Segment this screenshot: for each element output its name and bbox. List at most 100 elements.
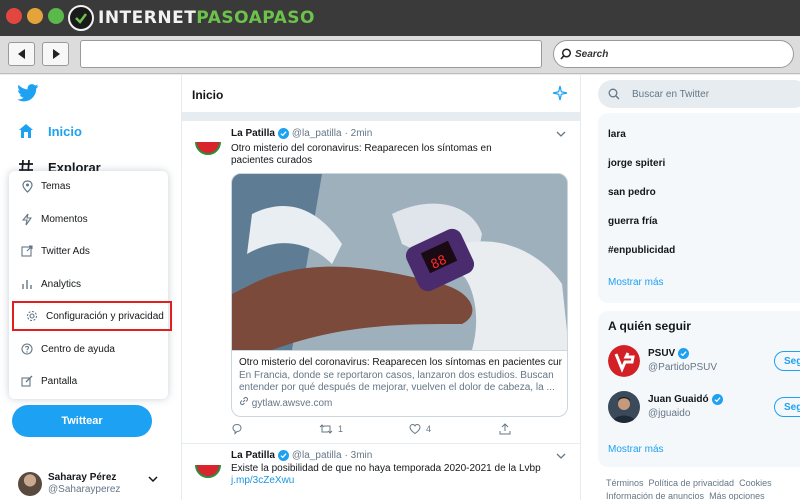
tweet-actions: 1 4 <box>231 423 561 437</box>
tweet-text: Existe la posibilidad de que no haya tem… <box>231 463 541 474</box>
brand-prefix: INTERNET <box>98 8 197 28</box>
footer-link-anuncios[interactable]: Información de anuncios <box>606 491 704 500</box>
maximize-window-button[interactable] <box>48 8 64 24</box>
trend-item[interactable]: jorge spiteri <box>608 158 665 169</box>
menu-item-twitter-ads[interactable]: Twitter Ads <box>9 236 168 266</box>
forward-button[interactable] <box>42 42 69 66</box>
verified-badge-icon <box>277 128 289 139</box>
tweet-author[interactable]: La Patilla <box>231 128 275 139</box>
right-sidebar: Buscar en Twitter lara jorge spiteri san… <box>590 75 800 500</box>
close-window-button[interactable] <box>6 8 22 24</box>
menu-item-pantalla[interactable]: Pantalla <box>9 366 168 396</box>
account-name: Juan Guaidó <box>648 394 709 405</box>
account-handle: @jguaido <box>648 408 691 419</box>
more-options-menu: Temas Momentos Twitter Ads Analytics Con… <box>9 171 172 399</box>
back-button[interactable] <box>8 42 35 66</box>
left-navigation: Inicio Explorar Temas Momentos Twitter A… <box>0 75 176 500</box>
search-icon <box>608 88 620 100</box>
like-button[interactable]: 4 <box>409 423 431 435</box>
browser-search-label: Search <box>575 48 609 60</box>
minimize-window-button[interactable] <box>27 8 43 24</box>
profile-handle: @Saharayperez <box>48 484 121 495</box>
footer-link-privacidad[interactable]: Política de privacidad <box>649 478 735 488</box>
like-count: 4 <box>426 424 432 434</box>
account-handle: @PartidoPSUV <box>648 362 718 373</box>
menu-item-momentos[interactable]: Momentos <box>9 204 168 234</box>
follow-suggestion[interactable]: Juan Guaidó @jguaido Segu <box>608 391 800 423</box>
timeline-column: Inicio La Patilla @la_patilla · 2min Otr… <box>181 75 581 500</box>
footer-link-mas-opciones[interactable]: Más opciones <box>709 491 765 500</box>
card-title: Otro misterio del coronavirus: Reaparece… <box>239 357 562 368</box>
external-link-icon <box>20 244 34 258</box>
menu-item-label: Momentos <box>41 213 88 225</box>
edit-display-icon <box>20 374 34 388</box>
tweet-avatar[interactable] <box>192 129 224 161</box>
card-url: gytlaw.awsve.com <box>239 396 562 409</box>
retweet-icon <box>319 424 333 434</box>
tweet-header: La Patilla @la_patilla · 2min <box>231 128 372 139</box>
avatar <box>18 472 42 496</box>
twitter-bird-icon[interactable] <box>17 84 39 102</box>
tweet-link[interactable]: j.mp/3cZeXwu <box>231 475 531 487</box>
card-image: 88 <box>232 174 567 350</box>
chevron-down-icon[interactable] <box>556 453 566 459</box>
card-description: En Francia, donde se reportaron casos, l… <box>239 370 555 393</box>
trends-show-more[interactable]: Mostrar más <box>608 277 664 288</box>
footer-link-terminos[interactable]: Términos <box>606 478 644 488</box>
retweet-button[interactable]: 1 <box>319 423 343 435</box>
tweet[interactable]: La Patilla @la_patilla · 2min Otro miste… <box>182 121 580 443</box>
address-bar[interactable] <box>80 40 542 68</box>
follow-show-more[interactable]: Mostrar más <box>608 444 664 455</box>
psuv-logo-icon <box>608 345 640 377</box>
nav-home[interactable]: Inicio <box>18 123 82 139</box>
who-to-follow-panel: A quién seguir PSUV @PartidoPSUV Segu Ju… <box>598 311 800 467</box>
card-url-text: gytlaw.awsve.com <box>251 398 333 409</box>
tweet-time[interactable]: · 3min <box>345 450 373 461</box>
follow-suggestion[interactable]: PSUV @PartidoPSUV Segu <box>608 345 800 377</box>
link-card[interactable]: 88 Otro misterio del coronavirus: Reapar… <box>231 173 568 417</box>
nav-home-label: Inicio <box>48 123 82 139</box>
chevron-down-icon[interactable] <box>556 131 566 137</box>
tweet-button[interactable]: Twittear <box>12 405 152 437</box>
twitter-page: Inicio Explorar Temas Momentos Twitter A… <box>0 75 800 500</box>
reply-button[interactable] <box>231 423 248 435</box>
link-icon <box>240 397 248 405</box>
menu-item-label: Centro de ayuda <box>41 343 115 355</box>
verified-badge-icon <box>277 450 289 461</box>
tweet-handle[interactable]: @la_patilla <box>292 450 342 461</box>
account-name: PSUV <box>648 348 676 359</box>
trend-item[interactable]: lara <box>608 129 626 140</box>
watermelon-logo-icon <box>195 141 221 155</box>
tweet-author[interactable]: La Patilla <box>231 450 275 461</box>
search-placeholder: Buscar en Twitter <box>632 88 710 100</box>
menu-item-centro-de-ayuda[interactable]: Centro de ayuda <box>9 334 168 364</box>
tweet-avatar[interactable] <box>192 452 224 484</box>
sparkle-icon[interactable] <box>552 85 568 101</box>
menu-item-analytics[interactable]: Analytics <box>9 269 168 299</box>
brand-logo: INTERNETPASOAPASO <box>68 4 315 32</box>
share-button[interactable] <box>499 423 511 435</box>
follow-button[interactable]: Segu <box>774 351 800 371</box>
trend-item[interactable]: san pedro <box>608 187 656 198</box>
menu-item-temas[interactable]: Temas <box>9 171 168 201</box>
tweet-time[interactable]: · 2min <box>345 128 373 139</box>
home-icon <box>19 124 33 138</box>
brand-accent: PASOAPASO <box>196 8 315 28</box>
browser-titlebar: INTERNETPASOAPASO <box>0 0 800 36</box>
menu-item-label: Twitter Ads <box>41 245 90 257</box>
profile-photo-icon <box>608 391 640 423</box>
trend-item[interactable]: #enpublicidad <box>608 245 675 256</box>
avatar <box>608 391 640 423</box>
verified-badge-icon <box>711 394 723 405</box>
trend-item[interactable]: guerra fría <box>608 216 657 227</box>
heart-icon <box>409 423 421 435</box>
menu-item-configuracion[interactable]: Configuración y privacidad <box>12 301 172 331</box>
account-switcher[interactable]: Saharay Pérez @Saharayperez <box>18 470 168 500</box>
follow-button[interactable]: Segu <box>774 397 800 417</box>
footer-link-cookies[interactable]: Cookies <box>739 478 772 488</box>
tweet-handle[interactable]: @la_patilla <box>292 128 342 139</box>
browser-search-input[interactable]: Search <box>553 40 794 68</box>
twitter-search-input[interactable]: Buscar en Twitter <box>598 80 800 108</box>
tweet[interactable]: La Patilla @la_patilla · 3min Existe la … <box>182 444 580 500</box>
pulse-oximeter-image: 88 <box>232 174 567 350</box>
